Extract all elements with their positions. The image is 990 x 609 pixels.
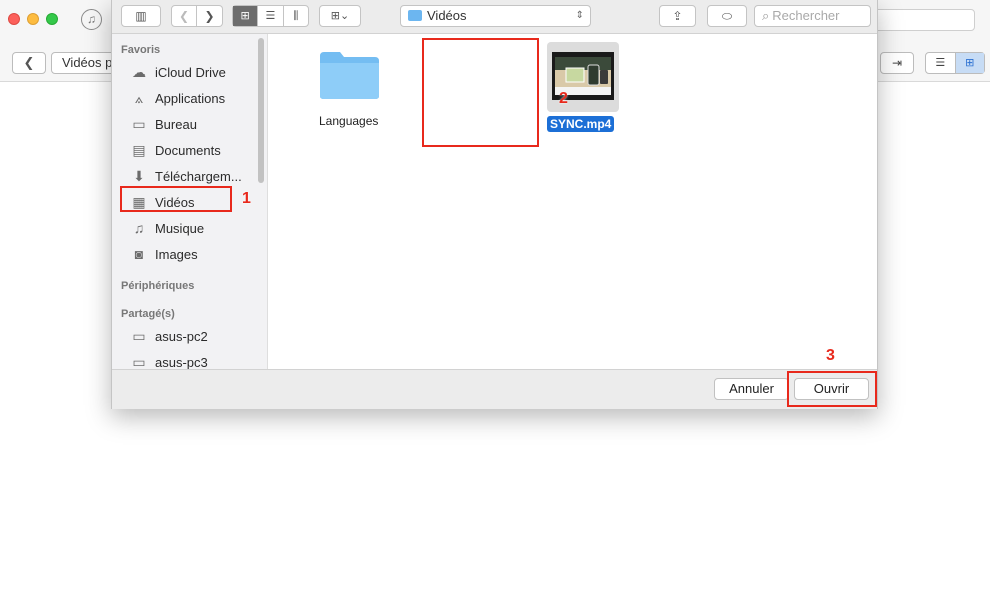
location-label: Vidéos: [427, 8, 467, 23]
location-popup[interactable]: Vidéos ⇕: [400, 5, 591, 27]
file-item-video[interactable]: SYNC.mp4: [535, 38, 625, 138]
list-view-icon[interactable]: ☰: [926, 53, 955, 73]
share-icon[interactable]: ⇪: [659, 5, 696, 27]
app-view-switch: ☰ ⊞: [925, 52, 985, 74]
sidebar-item-asus-pc3[interactable]: ▭ asus-pc3: [129, 351, 259, 370]
camera-icon: ◙: [134, 246, 144, 262]
music-icon: ♫: [133, 220, 145, 236]
search-field[interactable]: ⌕ Rechercher: [754, 5, 871, 27]
sidebar-item-label: Images: [155, 246, 198, 262]
arrange-icon[interactable]: ⊞⌄: [319, 5, 361, 27]
sidebar-item-label: Téléchargem...: [155, 168, 242, 184]
devices-header: Périphériques: [121, 280, 195, 292]
sidebar-item-musique[interactable]: ♫ Musique: [129, 217, 259, 239]
icon-view-icon[interactable]: ⊞: [233, 6, 259, 26]
sidebar-item-label: Bureau: [155, 116, 197, 132]
cancel-button[interactable]: Annuler: [714, 378, 789, 400]
file-browser: Languages SYNC.mp4: [269, 34, 877, 369]
sidebar-item-images[interactable]: ◙ Images: [129, 243, 259, 265]
dialog-toolbar: ▥ ❮ ❯ ⊞ ☰ ⫼ ⊞⌄ Vidéos ⇕ ⇪ ⬭ ⌕ Rechercher: [112, 0, 877, 34]
view-mode-switch: ⊞ ☰ ⫼: [232, 5, 309, 27]
sidebar-item-label: Musique: [155, 220, 205, 236]
desktop-icon: ▭: [132, 115, 146, 132]
chevron-updown-icon: ⇕: [575, 10, 584, 21]
annotation-box-1: [120, 186, 232, 212]
annotation-box-3: [787, 371, 877, 407]
folder-icon: [320, 52, 379, 99]
sidebar-item-asus-pc2[interactable]: ▭ asus-pc2: [129, 325, 259, 347]
sidebar-item-icloud-drive[interactable]: ☁ iCloud Drive: [129, 61, 259, 83]
list-view-icon[interactable]: ☰: [258, 6, 284, 26]
applications-icon: ⟑: [134, 89, 144, 106]
sidebar-item-label: asus-pc3: [155, 354, 208, 370]
sidebar-item-label: Applications: [155, 90, 226, 106]
sidebar-item-documents[interactable]: ▤ Documents: [129, 139, 259, 161]
toggle-sidebar-icon[interactable]: ▥: [121, 5, 161, 27]
back-icon[interactable]: ❮: [171, 5, 197, 27]
column-view-icon[interactable]: ⫼: [284, 6, 308, 26]
app-back-button[interactable]: ❮: [12, 52, 46, 74]
itunes-icon[interactable]: ♫: [81, 9, 102, 30]
annotation-number-2: 2: [559, 90, 568, 107]
export-icon[interactable]: ⇥: [880, 52, 914, 74]
download-icon: ⬇: [133, 167, 145, 184]
sidebar-item-bureau[interactable]: ▭ Bureau: [129, 113, 259, 135]
sidebar-item-label: Documents: [155, 142, 221, 158]
tag-icon[interactable]: ⬭: [707, 5, 747, 27]
app-window: ♫ ❮ Vidéos p ⇥ ☰ ⊞ ▥ ❮ ❯ ⊞ ☰ ⫼ ⊞⌄ Vidéos…: [0, 0, 990, 609]
close-window-button[interactable]: [8, 13, 20, 25]
sidebar-item-label: asus-pc2: [155, 328, 208, 344]
sidebar-item-telechargements[interactable]: ⬇ Téléchargem...: [129, 165, 259, 187]
dialog-footer: Annuler Ouvrir: [112, 369, 877, 409]
cloud-icon: ☁: [132, 63, 146, 80]
sidebar-item-applications[interactable]: ⟑ Applications: [129, 87, 259, 109]
search-icon: ⌕: [762, 8, 770, 23]
sidebar-scrollbar[interactable]: [258, 38, 264, 183]
grid-view-icon[interactable]: ⊞: [954, 53, 984, 73]
shared-header: Partagé(s): [121, 308, 175, 320]
file-item-folder[interactable]: Languages: [299, 46, 399, 136]
annotation-number-3: 3: [826, 347, 835, 364]
minimize-window-button[interactable]: [27, 13, 39, 25]
annotation-box-2: [422, 38, 539, 147]
zoom-window-button[interactable]: [46, 13, 58, 25]
search-placeholder: Rechercher: [772, 8, 840, 23]
file-name: Languages: [319, 114, 379, 128]
sidebar-item-label: iCloud Drive: [155, 64, 226, 80]
folder-icon: [408, 10, 422, 21]
computer-icon: ▭: [132, 327, 146, 344]
forward-icon[interactable]: ❯: [197, 5, 223, 27]
file-name: SYNC.mp4: [547, 116, 615, 132]
favorites-header: Favoris: [121, 44, 161, 56]
annotation-number-1: 1: [242, 190, 251, 207]
documents-icon: ▤: [132, 141, 146, 158]
computer-icon: ▭: [132, 353, 146, 370]
